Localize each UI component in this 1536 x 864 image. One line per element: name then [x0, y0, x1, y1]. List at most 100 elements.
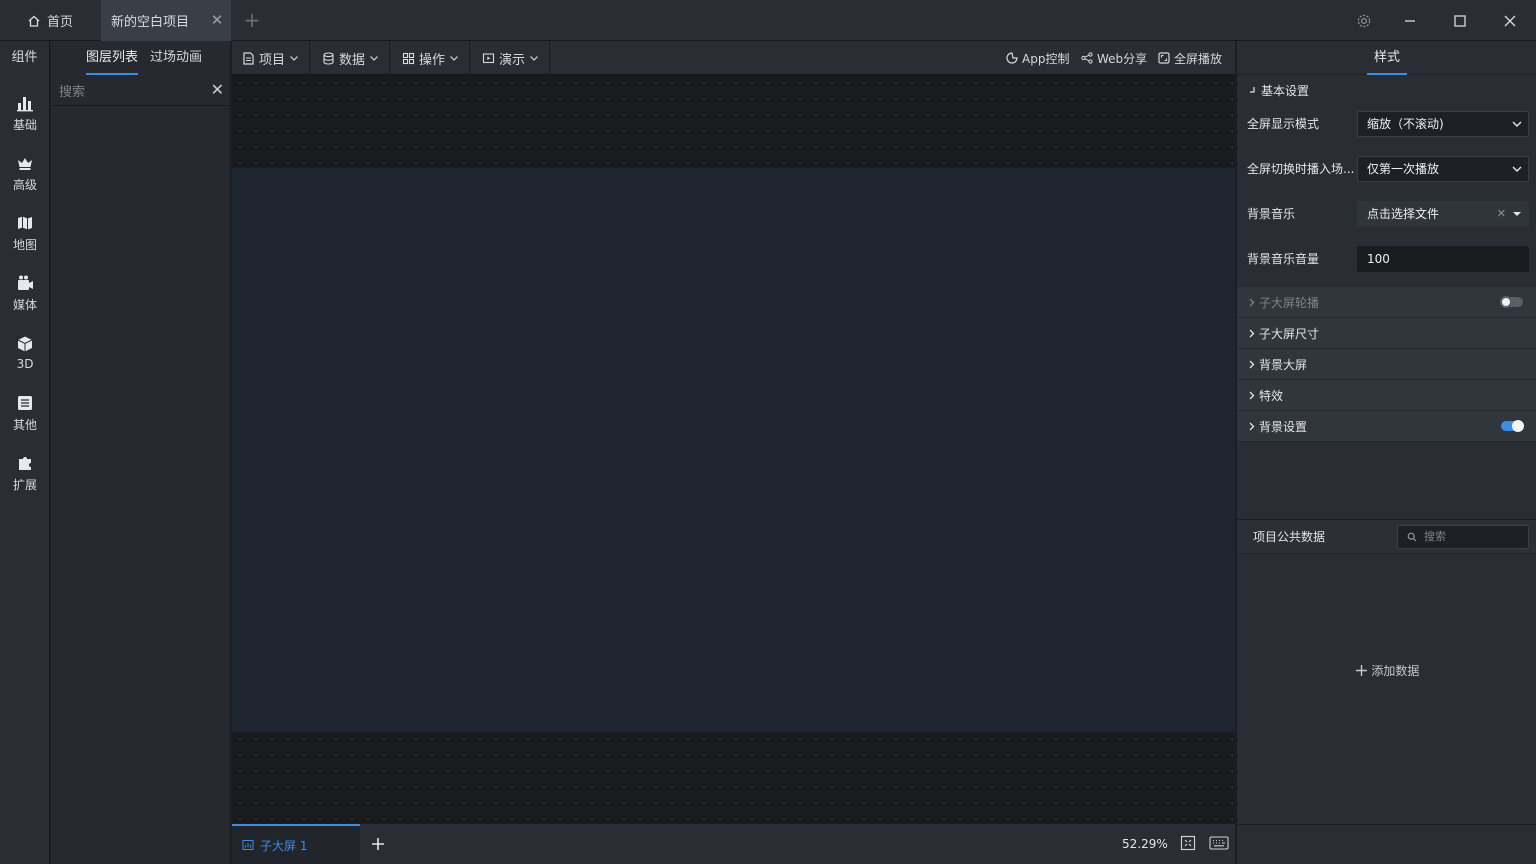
- category-basic[interactable]: 基础: [0, 83, 50, 143]
- entrance-play-select[interactable]: 仅第一次播放: [1357, 156, 1529, 182]
- layer-search-input[interactable]: 搜索: [59, 81, 85, 100]
- web-share-label: Web分享: [1097, 51, 1148, 66]
- category-other-label: 其他: [12, 417, 37, 432]
- category-advanced[interactable]: 高级: [0, 143, 50, 203]
- zoom-level[interactable]: 52.29%: [1122, 824, 1168, 864]
- chevron-right-icon: [1249, 329, 1255, 338]
- background-settings-label: 背景设置: [1259, 419, 1308, 434]
- screen-chart-icon: [242, 839, 254, 851]
- cube-icon: [16, 335, 34, 353]
- component-sidebar-title: 组件: [11, 50, 38, 65]
- maximize-button[interactable]: [1435, 0, 1485, 41]
- category-map-label: 地图: [12, 237, 37, 252]
- share-icon: [1081, 52, 1093, 64]
- basic-settings-header[interactable]: 基本设置: [1237, 75, 1536, 106]
- puzzle-icon: [16, 454, 34, 472]
- toggle-knob: [1500, 296, 1512, 308]
- sub-screen-carousel-toggle[interactable]: [1500, 296, 1523, 308]
- sub-screen-artboard[interactable]: [232, 168, 1235, 732]
- file-icon: [242, 51, 255, 65]
- chevron-down-icon: [369, 53, 379, 63]
- background-settings-toggle[interactable]: [1501, 420, 1524, 432]
- menu-presentation[interactable]: 演示: [470, 41, 550, 75]
- bar-chart-icon: [16, 94, 34, 112]
- fit-screen-icon: [1180, 835, 1196, 851]
- basic-settings-title: 基本设置: [1261, 84, 1310, 98]
- music-volume-input[interactable]: 100: [1357, 246, 1529, 272]
- clear-file-icon[interactable]: ✕: [1497, 202, 1506, 226]
- close-window-button[interactable]: [1485, 0, 1535, 41]
- tab-style[interactable]: 样式: [1367, 41, 1407, 75]
- category-map[interactable]: 地图: [0, 203, 50, 263]
- entrance-play-value: 仅第一次播放: [1367, 162, 1440, 176]
- category-extension[interactable]: 扩展: [0, 443, 50, 503]
- background-screen-section[interactable]: 背景大屏: [1237, 349, 1536, 380]
- category-3d-label: 3D: [16, 357, 34, 371]
- close-tab-icon[interactable]: ✕: [209, 12, 225, 28]
- app-control-icon: [1006, 52, 1018, 64]
- style-panel: 样式 基本设置 全屏显示模式 缩放（不滚动) 全屏切换时播入场... 仅第一次播…: [1236, 41, 1536, 864]
- add-sub-screen-button[interactable]: [368, 834, 388, 854]
- background-settings-section[interactable]: 背景设置: [1237, 411, 1536, 442]
- fullscreen-play-label: 全屏播放: [1174, 51, 1223, 66]
- fullscreen-icon: [1158, 52, 1170, 64]
- entrance-play-row: 全屏切换时播入场... 仅第一次播放: [1237, 154, 1536, 199]
- toggle-knob: [1512, 420, 1524, 432]
- category-other[interactable]: 其他: [0, 383, 50, 443]
- gear-icon: [1356, 13, 1372, 29]
- crown-icon: [16, 154, 34, 172]
- sub-screen-tab[interactable]: 子大屏 1: [232, 824, 360, 864]
- music-volume-label: 背景音乐音量: [1247, 252, 1320, 266]
- fullscreen-mode-value: 缩放（不滚动): [1367, 117, 1444, 131]
- tab-layer-list[interactable]: 图层列表: [86, 41, 139, 75]
- public-data-search-placeholder: 搜索: [1424, 530, 1446, 543]
- chevron-right-icon: [1249, 422, 1255, 431]
- play-screen-icon: [482, 52, 495, 65]
- home-icon: [27, 14, 41, 28]
- fullscreen-play-button[interactable]: 全屏播放: [1158, 41, 1222, 75]
- layer-search[interactable]: 搜索 ✕: [51, 75, 230, 106]
- sub-screen-size-section[interactable]: 子大屏尺寸: [1237, 318, 1536, 349]
- clear-search-icon[interactable]: ✕: [211, 80, 224, 99]
- chevron-down-icon: [289, 53, 299, 63]
- category-3d[interactable]: 3D: [0, 323, 50, 383]
- tab-transition-animation[interactable]: 过场动画: [150, 41, 202, 75]
- chevron-down-icon: [1512, 112, 1522, 136]
- search-icon: [1407, 532, 1417, 542]
- title-bar: 首页 新的空白项目 ✕ +: [0, 0, 1536, 41]
- caret-down-icon[interactable]: [1512, 202, 1522, 226]
- background-music-label: 背景音乐: [1247, 207, 1296, 221]
- sub-screen-carousel-section[interactable]: 子大屏轮播: [1237, 287, 1536, 318]
- background-music-file-picker[interactable]: 点击选择文件 ✕: [1357, 201, 1529, 227]
- entrance-play-label: 全屏切换时播入场...: [1247, 162, 1355, 176]
- plus-icon: [1355, 664, 1368, 677]
- menu-data[interactable]: 数据: [310, 41, 390, 75]
- keyboard-icon: [1209, 836, 1229, 850]
- chevron-right-icon: [1249, 298, 1255, 307]
- fullscreen-mode-select[interactable]: 缩放（不滚动): [1357, 111, 1529, 137]
- background-screen-label: 背景大屏: [1259, 357, 1308, 372]
- editor-canvas[interactable]: [232, 75, 1235, 824]
- category-media[interactable]: 媒体: [0, 263, 50, 323]
- add-data-button[interactable]: 添加数据: [1237, 662, 1536, 679]
- tab-home[interactable]: 首页: [0, 0, 100, 41]
- fit-screen-button[interactable]: [1180, 835, 1196, 851]
- add-tab-button[interactable]: +: [243, 10, 261, 30]
- sub-screen-size-label: 子大屏尺寸: [1259, 326, 1320, 341]
- background-music-value: 点击选择文件: [1367, 207, 1440, 221]
- chevron-right-icon: [1249, 360, 1255, 369]
- sub-screen-tab-label: 子大屏 1: [260, 838, 308, 853]
- component-sidebar: 组件 基础 高级 地图 媒体 3D 其他 扩展: [0, 41, 50, 864]
- public-data-search-input[interactable]: 搜索: [1397, 525, 1529, 549]
- menu-operation[interactable]: 操作: [390, 41, 470, 75]
- web-share-button[interactable]: Web分享: [1081, 41, 1147, 75]
- settings-button[interactable]: [1339, 0, 1389, 41]
- main-toolbar: 项目 数据 操作 演示 App控制 Web分享 全屏播放: [232, 41, 1235, 75]
- menu-project[interactable]: 项目: [232, 41, 310, 75]
- tab-project[interactable]: 新的空白项目 ✕: [101, 0, 231, 41]
- sub-screen-carousel-label: 子大屏轮播: [1259, 295, 1320, 310]
- minimize-button[interactable]: [1385, 0, 1435, 41]
- keyboard-shortcuts-button[interactable]: [1209, 836, 1229, 850]
- app-control-button[interactable]: App控制: [1006, 41, 1069, 75]
- effects-section[interactable]: 特效: [1237, 380, 1536, 411]
